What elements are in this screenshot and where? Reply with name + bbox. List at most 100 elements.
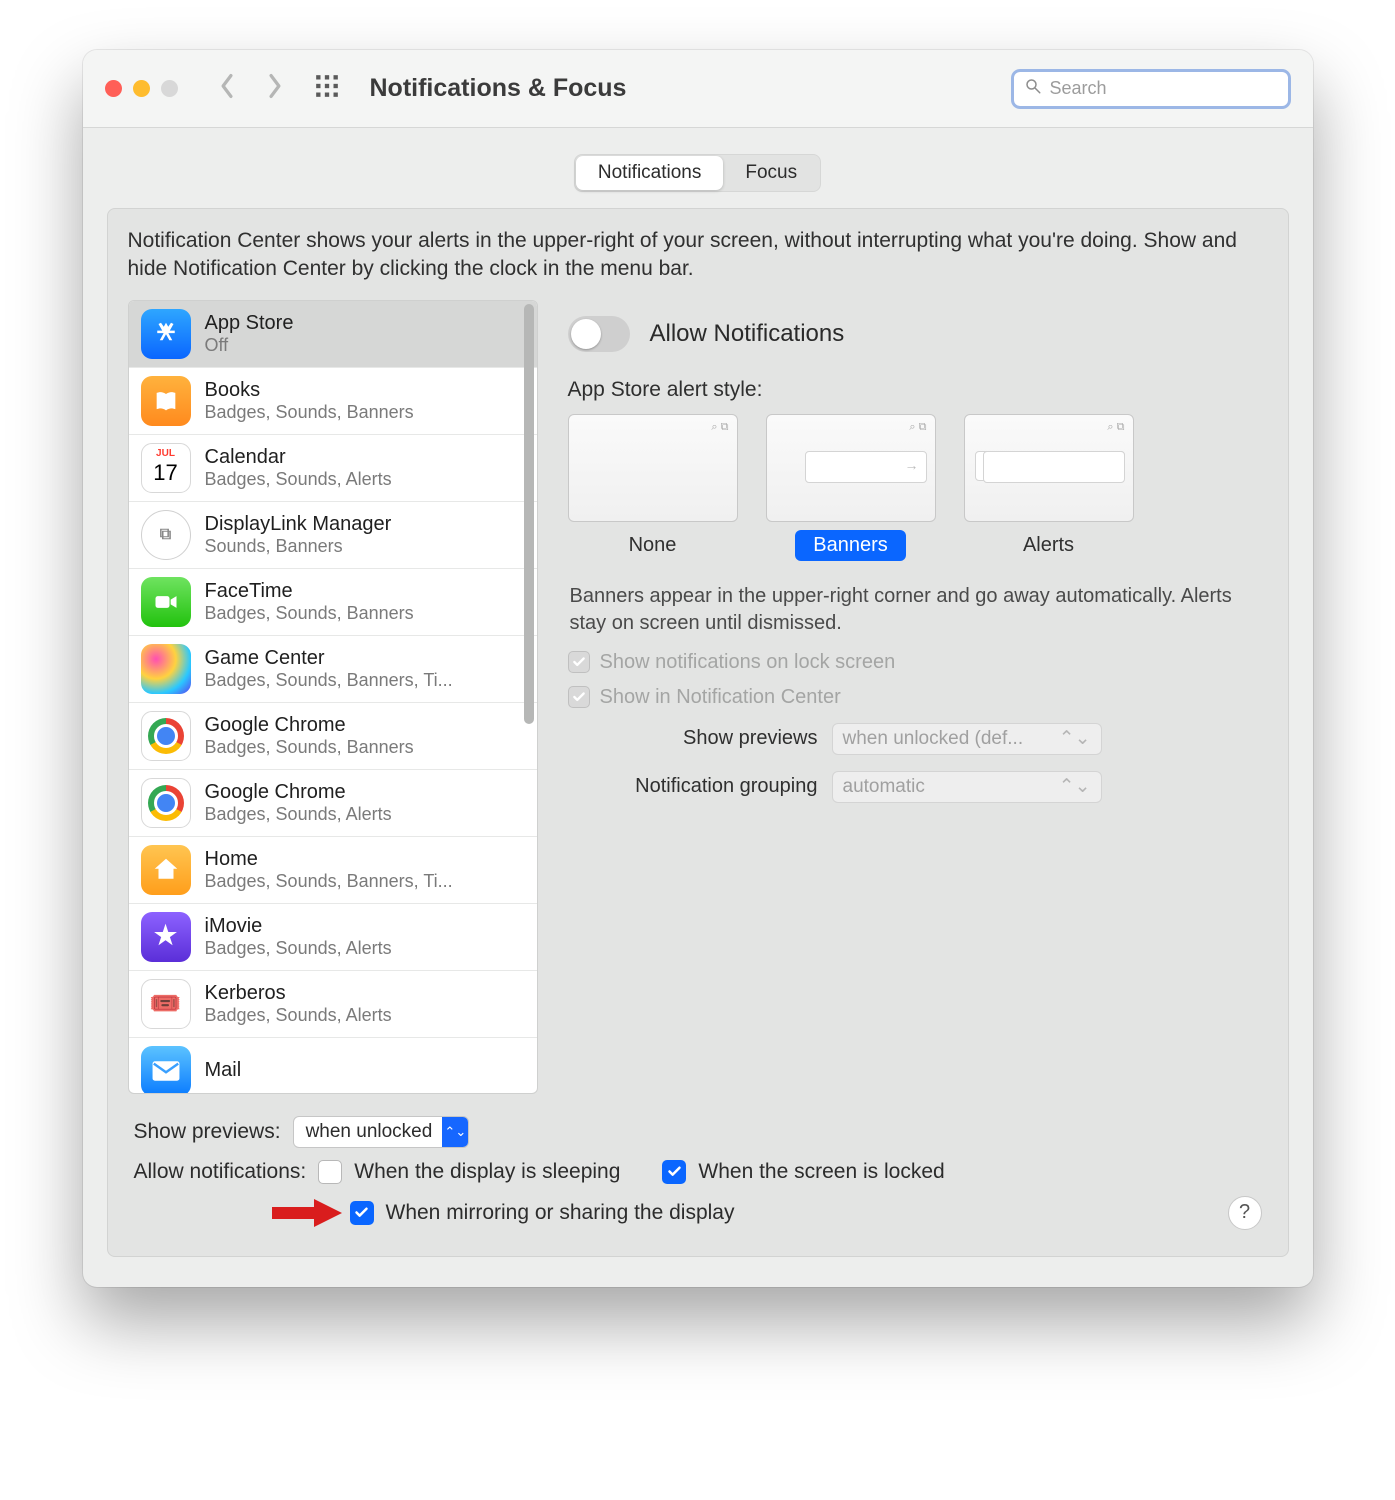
titlebar: Notifications & Focus (83, 50, 1313, 128)
preferences-window: Notifications & Focus Notifications Focu… (83, 50, 1313, 1287)
alert-style-alerts-label[interactable]: Alerts (1005, 530, 1092, 561)
show-previews-select[interactable]: when unlocked (def... ⌃⌄ (832, 723, 1102, 755)
app-subtitle: Off (205, 335, 294, 356)
app-list-row[interactable]: HomeBadges, Sounds, Banners, Ti... (129, 837, 537, 904)
app-subtitle: Badges, Sounds, Alerts (205, 1005, 392, 1026)
app-name: FaceTime (205, 580, 414, 603)
app-list-row[interactable]: Google ChromeBadges, Sounds, Alerts (129, 770, 537, 837)
zoom-window-button[interactable] (161, 80, 178, 97)
app-list-row[interactable]: Game CenterBadges, Sounds, Banners, Ti..… (129, 636, 537, 703)
app-subtitle: Badges, Sounds, Banners, Ti... (205, 871, 453, 892)
updown-icon: ⌃⌄ (1059, 727, 1091, 750)
global-show-previews-label: Show previews: (134, 1120, 281, 1144)
tab-notifications[interactable]: Notifications (576, 156, 724, 190)
window-title: Notifications & Focus (370, 74, 627, 103)
alert-style-banners-label[interactable]: Banners (795, 530, 906, 561)
back-button[interactable] (218, 73, 236, 104)
show-previews-label: Show previews (568, 727, 818, 750)
tab-focus[interactable]: Focus (723, 156, 819, 190)
search-icon (1024, 77, 1042, 100)
screen-locked-label: When the screen is locked (698, 1160, 944, 1184)
chrome-icon (141, 778, 191, 828)
search-input[interactable] (1050, 78, 1250, 99)
notification-grouping-value: automatic (843, 776, 925, 798)
screen-locked-checkbox[interactable] (662, 1160, 686, 1184)
app-subtitle: Badges, Sounds, Banners (205, 402, 414, 423)
lock-screen-checkbox[interactable] (568, 651, 590, 673)
app-name: Mail (205, 1059, 242, 1082)
nav-buttons (218, 73, 284, 104)
notification-center-checkbox[interactable] (568, 686, 590, 708)
notification-grouping-label: Notification grouping (568, 775, 818, 798)
allow-notifications-label: Allow notifications: (134, 1160, 307, 1184)
facetime-icon (141, 577, 191, 627)
alert-style-none-thumb[interactable]: ⌕ ⧉ (568, 414, 738, 522)
app-list-row[interactable]: ⧉ DisplayLink ManagerSounds, Banners (129, 502, 537, 569)
app-name: Home (205, 848, 453, 871)
app-list-row[interactable]: FaceTimeBadges, Sounds, Banners (129, 569, 537, 636)
mail-icon (141, 1046, 191, 1093)
app-list-row[interactable]: App StoreOff (129, 301, 537, 368)
displaylink-icon: ⧉ (141, 510, 191, 560)
app-name: Game Center (205, 647, 453, 670)
show-all-prefs-button[interactable] (314, 73, 340, 104)
app-subtitle: Badges, Sounds, Alerts (205, 938, 392, 959)
detail-pane: Allow Notifications App Store alert styl… (560, 300, 1268, 1094)
app-list-row[interactable]: Google ChromeBadges, Sounds, Banners (129, 703, 537, 770)
app-list-row[interactable]: Mail (129, 1038, 537, 1093)
bottom-controls: Show previews: when unlocked ⌃⌄ Allow no… (128, 1094, 1268, 1236)
content-area: Notifications Focus Notification Center … (83, 128, 1313, 1287)
alert-style-banners-thumb[interactable]: ⌕ ⧉ (766, 414, 936, 522)
app-list-row[interactable]: iMovieBadges, Sounds, Alerts (129, 904, 537, 971)
lock-screen-label: Show notifications on lock screen (600, 651, 896, 674)
books-icon (141, 376, 191, 426)
forward-button[interactable] (266, 73, 284, 104)
chrome-icon (141, 711, 191, 761)
app-subtitle: Sounds, Banners (205, 536, 392, 557)
app-name: Books (205, 379, 414, 402)
segmented-control: Notifications Focus (574, 154, 821, 192)
app-list-row[interactable]: JUL17CalendarBadges, Sounds, Alerts (129, 435, 537, 502)
display-sleeping-checkbox[interactable] (318, 1160, 342, 1184)
app-name: App Store (205, 312, 294, 335)
show-previews-value: when unlocked (def... (843, 728, 1024, 750)
alert-style-description: Banners appear in the upper-right corner… (564, 561, 1264, 645)
app-name: iMovie (205, 915, 392, 938)
global-show-previews-value: when unlocked (306, 1121, 433, 1143)
app-list-row[interactable]: KerberosBadges, Sounds, Alerts (129, 971, 537, 1038)
main-panel: Notification Center shows your alerts in… (107, 208, 1289, 1257)
global-show-previews-select[interactable]: when unlocked ⌃⌄ (293, 1116, 470, 1148)
app-subtitle: Badges, Sounds, Banners (205, 603, 414, 624)
app-list-row[interactable]: BooksBadges, Sounds, Banners (129, 368, 537, 435)
allow-notifications-label: Allow Notifications (650, 320, 845, 348)
alert-style-alerts-thumb[interactable]: ⌕ ⧉ (964, 414, 1134, 522)
help-button[interactable]: ? (1228, 1196, 1262, 1230)
app-name: DisplayLink Manager (205, 513, 392, 536)
calendar-icon: JUL17 (141, 443, 191, 493)
updown-icon: ⌃⌄ (442, 1117, 468, 1147)
updown-icon: ⌃⌄ (1059, 775, 1091, 798)
allow-notifications-toggle[interactable] (568, 316, 630, 352)
mirroring-checkbox[interactable] (350, 1201, 374, 1225)
window-controls (105, 80, 178, 97)
notification-center-checkbox-row: Show in Notification Center (564, 680, 1264, 715)
notification-grouping-select[interactable]: automatic ⌃⌄ (832, 771, 1102, 803)
intro-text: Notification Center shows your alerts in… (128, 227, 1268, 284)
app-name: Kerberos (205, 982, 392, 1005)
home-icon (141, 845, 191, 895)
app-name: Calendar (205, 446, 392, 469)
scrollbar-thumb[interactable] (524, 304, 534, 724)
app-name: Google Chrome (205, 781, 392, 804)
red-arrow-annotation (272, 1199, 342, 1227)
close-window-button[interactable] (105, 80, 122, 97)
app-subtitle: Badges, Sounds, Banners (205, 737, 414, 758)
minimize-window-button[interactable] (133, 80, 150, 97)
alert-style-none-label[interactable]: None (611, 530, 695, 561)
mirroring-label: When mirroring or sharing the display (386, 1201, 735, 1225)
app-store-icon (141, 309, 191, 359)
alert-style-title: App Store alert style: (568, 378, 1264, 402)
display-sleeping-label: When the display is sleeping (354, 1160, 620, 1184)
app-list[interactable]: App StoreOffBooksBadges, Sounds, Banners… (128, 300, 538, 1094)
lock-screen-checkbox-row: Show notifications on lock screen (564, 645, 1264, 680)
search-field[interactable] (1011, 69, 1291, 109)
